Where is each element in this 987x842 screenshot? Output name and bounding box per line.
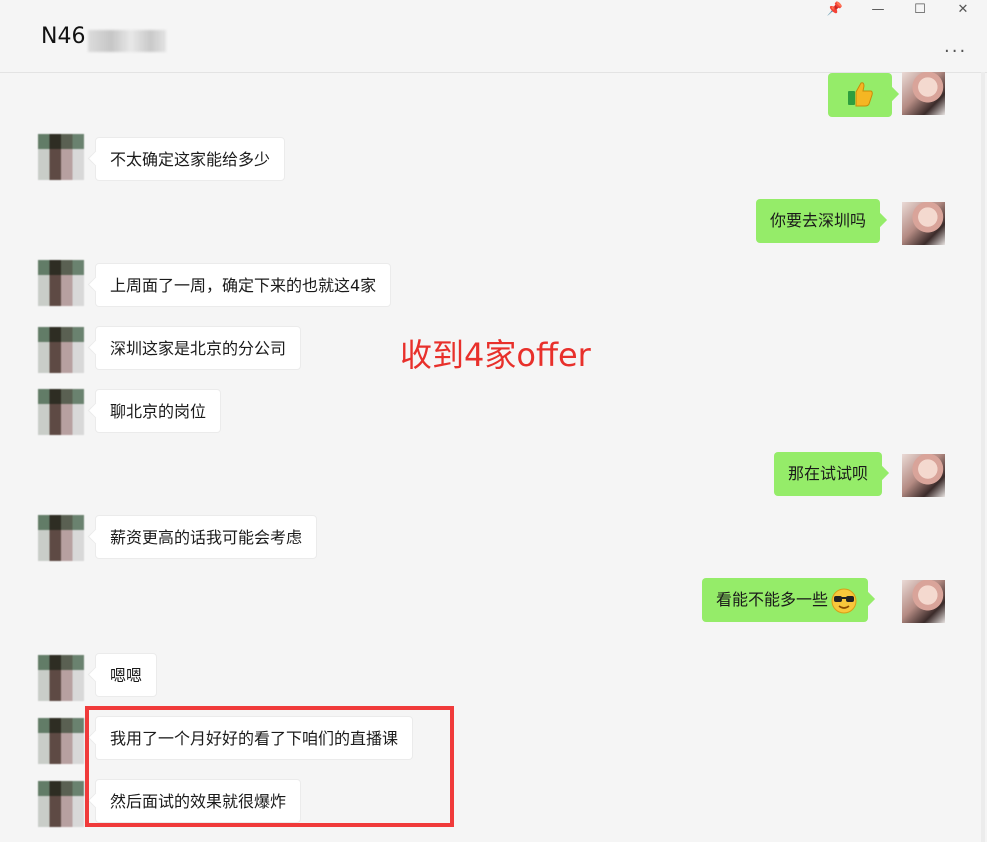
highlight-box: [85, 706, 454, 827]
avatar[interactable]: [38, 781, 84, 827]
message-bubble-right[interactable]: [828, 73, 892, 117]
message-bubble-left[interactable]: 上周面了一周，确定下来的也就这4家: [95, 263, 392, 307]
avatar[interactable]: [902, 580, 945, 623]
avatar[interactable]: [38, 389, 84, 435]
message-bubble-right[interactable]: 看能不能多一些: [702, 578, 869, 622]
message-bubble-left[interactable]: 薪资更高的话我可能会考虑: [95, 515, 318, 559]
avatar[interactable]: [902, 72, 945, 115]
message-bubble-left[interactable]: 深圳这家是北京的分公司: [95, 326, 302, 370]
avatar[interactable]: [38, 134, 84, 180]
avatar[interactable]: [38, 327, 84, 373]
annotation-text: 收到4家offer: [400, 336, 591, 374]
message-bubble-left[interactable]: 不太确定这家能给多少: [95, 137, 286, 181]
chat-header: N46 📌 — ☐ ✕ ...: [0, 0, 987, 73]
more-options-icon[interactable]: ...: [944, 36, 967, 57]
close-icon[interactable]: ✕: [949, 2, 977, 17]
message-bubble-left[interactable]: 嗯嗯: [95, 653, 158, 697]
message-bubble-right[interactable]: 你要去深圳吗: [756, 199, 881, 243]
chat-title: N46: [41, 24, 86, 49]
redacted-name: [88, 30, 166, 52]
message-bubble-right[interactable]: 那在试试呗: [774, 452, 883, 496]
avatar[interactable]: [38, 515, 84, 561]
sunglasses-emoji-icon: [831, 588, 857, 613]
minimize-icon[interactable]: —: [864, 2, 892, 17]
maximize-icon[interactable]: ☐: [906, 2, 934, 17]
avatar[interactable]: [38, 260, 84, 306]
message-bubble-left[interactable]: 聊北京的岗位: [95, 389, 222, 433]
pin-icon[interactable]: 📌: [821, 2, 849, 17]
avatar[interactable]: [38, 655, 84, 701]
avatar[interactable]: [38, 718, 84, 764]
scrollbar[interactable]: [981, 72, 985, 842]
avatar[interactable]: [902, 454, 945, 497]
avatar[interactable]: [902, 202, 945, 245]
thumbs-up-icon: [848, 82, 873, 107]
message-text: 看能不能多一些: [716, 590, 829, 609]
